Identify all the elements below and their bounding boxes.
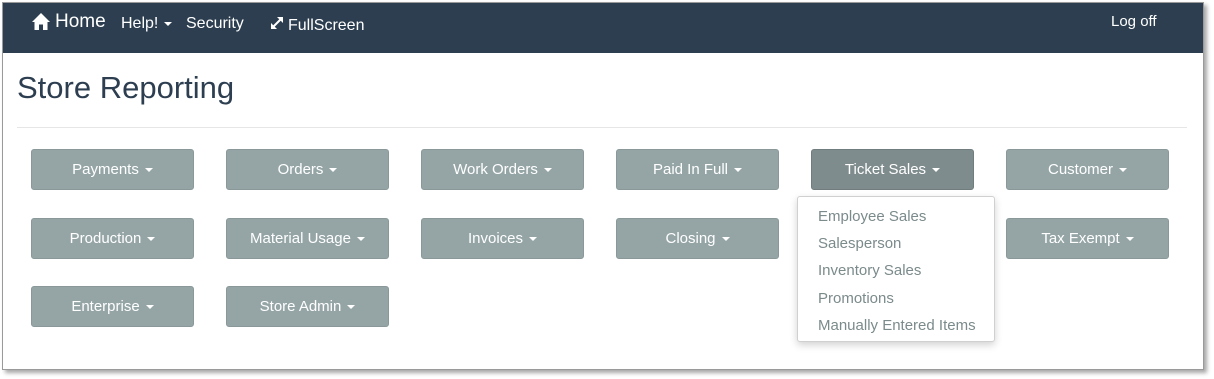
customer-button[interactable]: Customer [1006, 149, 1169, 190]
enterprise-button[interactable]: Enterprise [31, 286, 194, 327]
nav-home-link[interactable]: Home [31, 11, 106, 33]
caret-down-icon [721, 236, 730, 241]
button-label: Material Usage [250, 230, 351, 247]
logoff-link[interactable]: Log off [1111, 13, 1157, 30]
caret-down-icon [1119, 167, 1128, 172]
menu-item-promotions[interactable]: Promotions [818, 290, 894, 307]
button-label: Invoices [467, 230, 524, 247]
app-window: Home Help! Security FullScreen Log off S… [2, 2, 1204, 370]
button-label: Paid In Full [652, 161, 729, 178]
invoices-button[interactable]: Invoices [421, 218, 584, 259]
button-label: Ticket Sales [844, 161, 927, 178]
ticket-sales-button[interactable]: Ticket Sales [811, 149, 974, 190]
menu-item-employee-sales[interactable]: Employee Sales [818, 208, 926, 225]
nav-security-link[interactable]: Security [186, 15, 244, 33]
menu-item-salesperson[interactable]: Salesperson [818, 235, 901, 252]
button-label: Enterprise [71, 298, 140, 315]
button-label: Tax Exempt [1041, 230, 1120, 247]
button-label: Production [69, 230, 142, 247]
menu-item-manually-entered-items[interactable]: Manually Entered Items [818, 317, 976, 334]
expand-arrows-icon [269, 15, 285, 36]
caret-down-icon [145, 304, 154, 309]
caret-down-icon [356, 236, 365, 241]
tax-exempt-button[interactable]: Tax Exempt [1006, 218, 1169, 259]
orders-button[interactable]: Orders [226, 149, 389, 190]
nav-fullscreen-link[interactable]: FullScreen [269, 15, 364, 36]
caret-down-icon [529, 236, 538, 241]
nav-help-label: Help! [121, 15, 159, 32]
button-label: Orders [277, 161, 324, 178]
caret-down-icon [144, 167, 153, 172]
menu-item-inventory-sales[interactable]: Inventory Sales [818, 262, 921, 279]
payments-button[interactable]: Payments [31, 149, 194, 190]
top-navbar: Home Help! Security FullScreen Log off [3, 3, 1203, 53]
nav-fullscreen-label: FullScreen [288, 16, 365, 34]
caret-down-icon [147, 236, 156, 241]
caret-down-icon [164, 22, 173, 26]
button-label: Store Admin [259, 298, 342, 315]
production-button[interactable]: Production [31, 218, 194, 259]
material-usage-button[interactable]: Material Usage [226, 218, 389, 259]
button-label: Work Orders [453, 161, 538, 178]
caret-down-icon [543, 167, 552, 172]
caret-down-icon [1125, 236, 1134, 241]
caret-down-icon [347, 304, 356, 309]
caret-down-icon [734, 167, 743, 172]
caret-down-icon [932, 167, 941, 172]
page-title: Store Reporting [17, 70, 235, 105]
ticket-sales-dropdown-menu: Employee Sales Salesperson Inventory Sal… [797, 196, 995, 342]
store-admin-button[interactable]: Store Admin [226, 286, 389, 327]
closing-button[interactable]: Closing [616, 218, 779, 259]
button-label: Customer [1047, 161, 1114, 178]
paid-in-full-button[interactable]: Paid In Full [616, 149, 779, 190]
title-divider [17, 127, 1187, 128]
home-icon [31, 12, 51, 32]
button-label: Closing [665, 230, 716, 247]
nav-help-dropdown[interactable]: Help! [121, 15, 173, 33]
caret-down-icon [329, 167, 338, 172]
work-orders-button[interactable]: Work Orders [421, 149, 584, 190]
button-label: Payments [72, 161, 139, 178]
nav-home-label: Home [55, 11, 106, 32]
